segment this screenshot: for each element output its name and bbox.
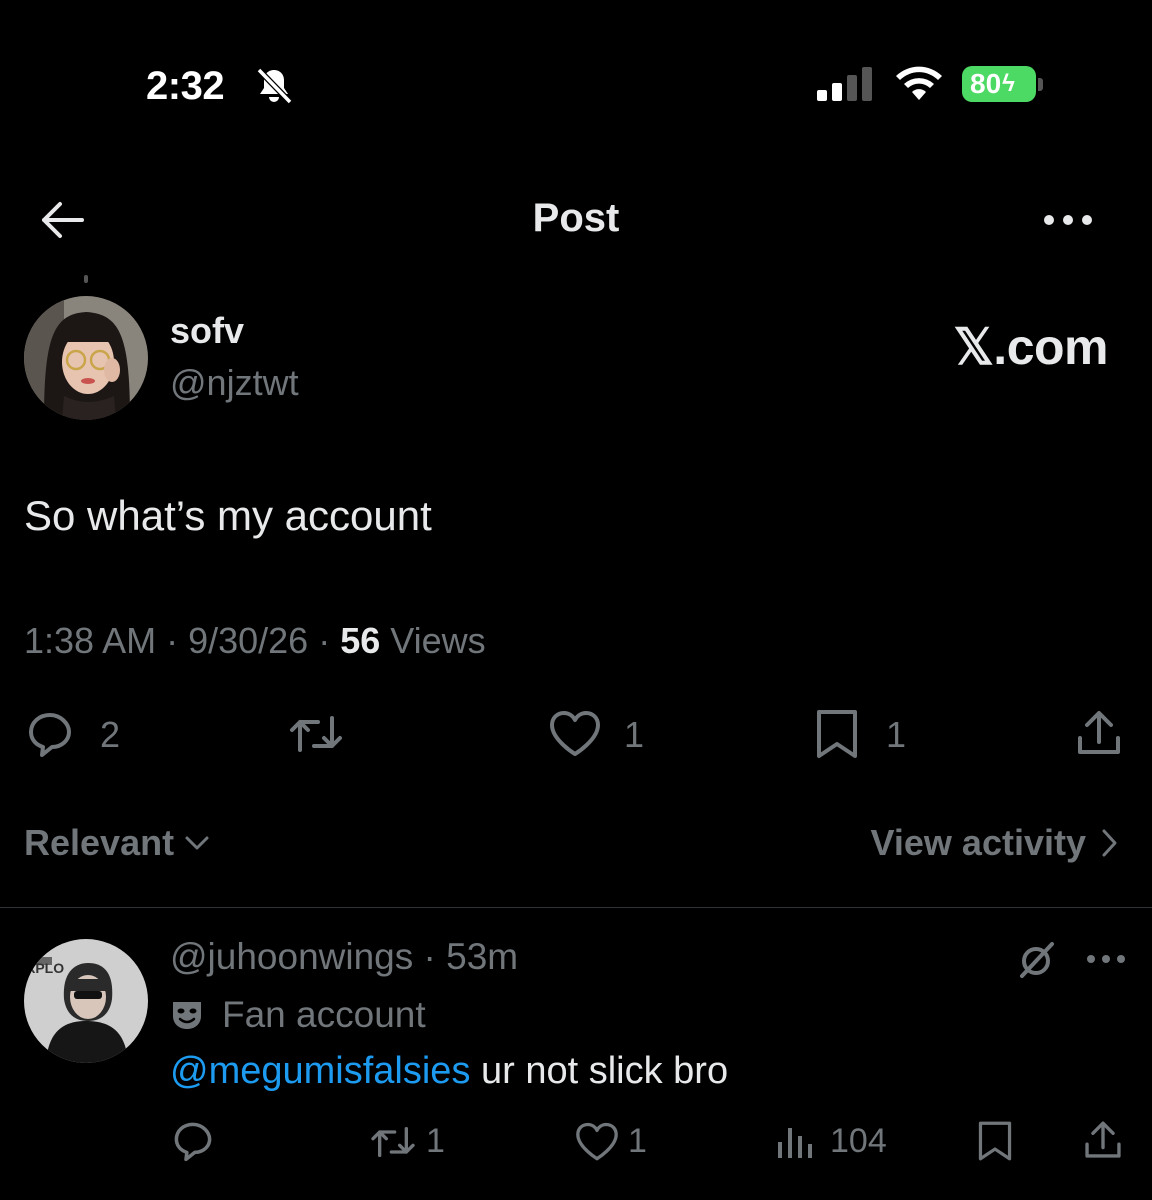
status-time: 2:32	[146, 64, 225, 108]
theater-mask-icon	[170, 998, 204, 1032]
author-name[interactable]: sofv	[170, 310, 244, 352]
author-handle[interactable]: @njztwt	[170, 362, 299, 404]
repost-icon[interactable]	[286, 710, 346, 758]
sort-label: Relevant	[24, 822, 175, 863]
battery-level: 80	[970, 68, 1002, 99]
reply-avatar[interactable]: XPLO	[24, 939, 148, 1063]
author-avatar[interactable]	[24, 296, 148, 420]
fan-account-label: Fan account	[222, 994, 426, 1035]
chevron-right-icon	[1100, 828, 1118, 858]
reply-reply-icon[interactable]	[172, 1120, 214, 1162]
reply-time: 53m	[446, 936, 519, 977]
reply-icon[interactable]	[26, 710, 74, 758]
meta-separator-2: ·	[308, 620, 341, 661]
reply-views-count: 104	[830, 1122, 887, 1160]
bookmark-count: 1	[886, 714, 907, 755]
wifi-icon	[893, 64, 945, 102]
svg-text:XPLO: XPLO	[26, 960, 64, 976]
post-text: So what’s my account	[24, 492, 432, 539]
share-icon[interactable]	[1074, 708, 1124, 758]
views-label[interactable]: Views	[380, 620, 485, 661]
views-count[interactable]: 56	[340, 620, 380, 661]
views-icon[interactable]	[776, 1124, 814, 1160]
reply-repost-count: 1	[426, 1122, 445, 1160]
more-icon[interactable]	[1042, 210, 1094, 230]
chevron-down-icon	[184, 834, 210, 852]
reply-like-count: 1	[628, 1122, 647, 1160]
bookmark-icon[interactable]	[814, 708, 860, 760]
reply-like-icon[interactable]	[574, 1122, 620, 1162]
like-count: 1	[624, 714, 645, 755]
mention-link[interactable]: @megumisfalsies	[170, 1050, 470, 1092]
view-activity-label: View activity	[870, 822, 1086, 863]
reply-handle[interactable]: @juhoonwings	[170, 936, 413, 977]
bell-slash-icon	[254, 66, 294, 106]
sort-relevant[interactable]: Relevant	[24, 822, 210, 864]
page-title: Post	[532, 196, 620, 240]
reply-header: @juhoonwings · 53m	[170, 936, 518, 978]
x-watermark: 𝕏.com	[953, 319, 1109, 375]
reply-repost-icon[interactable]	[368, 1122, 418, 1162]
view-activity-link[interactable]: View activity	[871, 822, 1118, 864]
reply-count: 2	[100, 714, 121, 755]
reply-text: @megumisfalsies ur not slick bro	[170, 1050, 728, 1093]
grok-icon[interactable]	[1016, 940, 1056, 980]
post-time: 1:38 AM	[24, 620, 157, 661]
reply-more-icon[interactable]	[1086, 952, 1126, 966]
post-meta: 1:38 AM · 9/30/26 · 56 Views	[24, 620, 486, 662]
battery-cap	[1038, 78, 1043, 91]
battery-icon: 80 ϟ	[962, 66, 1036, 102]
thread-line	[84, 275, 88, 283]
fan-account-badge: Fan account	[170, 994, 426, 1036]
reply-body: ur not slick bro	[470, 1050, 729, 1092]
post-date: 9/30/26	[188, 620, 309, 661]
reply-bookmark-icon[interactable]	[976, 1120, 1014, 1162]
signal-icon	[817, 66, 875, 102]
like-icon[interactable]	[548, 710, 602, 758]
reply-share-icon[interactable]	[1082, 1118, 1124, 1162]
divider	[0, 907, 1152, 908]
meta-separator: ·	[156, 620, 189, 661]
reply-separator: ·	[413, 936, 447, 977]
